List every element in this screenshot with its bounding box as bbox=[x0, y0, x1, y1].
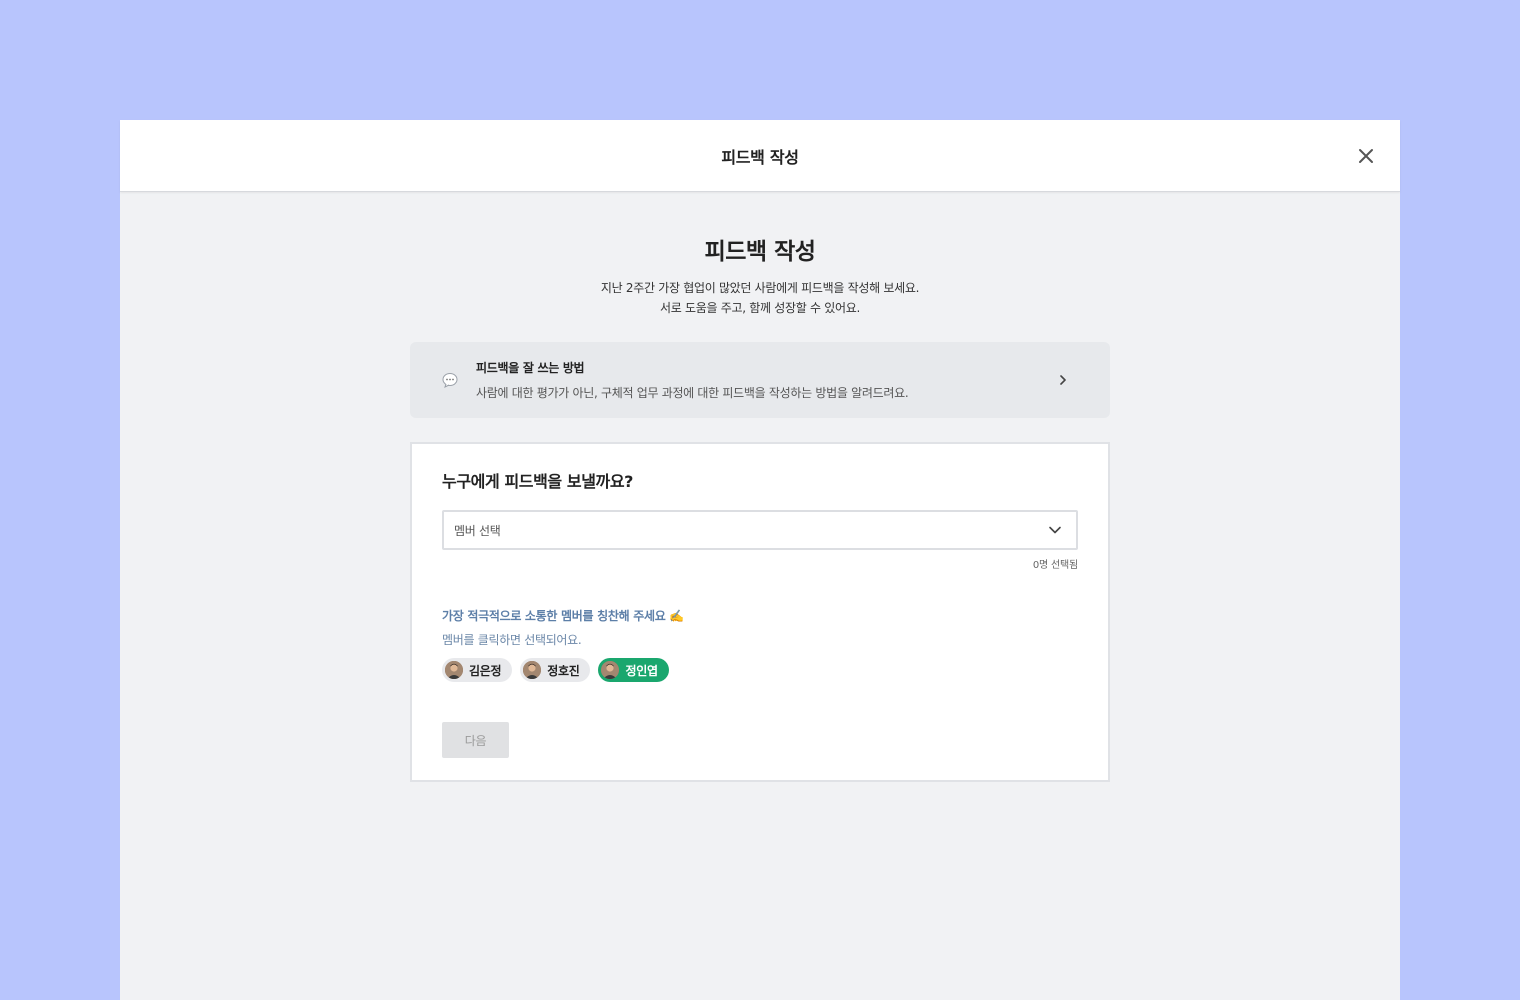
member-chip[interactable]: 정호진 bbox=[520, 658, 591, 682]
selected-count: 0명 선택됨 bbox=[1032, 560, 1078, 571]
member-chip[interactable]: 김은정 bbox=[442, 658, 513, 682]
chevron-down-icon bbox=[1049, 526, 1061, 534]
guide-text: 피드백을 잘 쓰는 방법 사람에 대한 평가가 아닌, 구체적 업무 과정에 대… bbox=[476, 359, 909, 401]
page-subtitle: 지난 2주간 가장 협업이 많았던 사람에게 피드백을 작성해 보세요. 서로 … bbox=[410, 278, 1110, 318]
feedback-guide-card[interactable]: 피드백을 잘 쓰는 방법 사람에 대한 평가가 아닌, 구체적 업무 과정에 대… bbox=[410, 342, 1110, 418]
next-button[interactable]: 다음 bbox=[442, 722, 509, 758]
member-select-dropdown[interactable]: 멤버 선택 bbox=[442, 510, 1078, 550]
form-question: 누구에게 피드백을 보낼까요? bbox=[442, 472, 634, 491]
app-frame: 피드백 작성 피드백 작성 지난 2주간 가장 협업이 많았던 사람에게 피드백… bbox=[0, 0, 1520, 1000]
recipient-form: 누구에게 피드백을 보낼까요? 멤버 선택 0명 선택됨 가장 적극적으로 소통… bbox=[410, 442, 1110, 782]
feedback-modal: 피드백 작성 피드백 작성 지난 2주간 가장 협업이 많았던 사람에게 피드백… bbox=[120, 120, 1400, 1000]
praise-title: 가장 적극적으로 소통한 멤버를 칭찬해 주세요 ✍️ bbox=[442, 609, 684, 623]
modal-title: 피드백 작성 bbox=[721, 147, 799, 167]
close-icon bbox=[1359, 149, 1373, 163]
avatar bbox=[523, 661, 542, 679]
chevron-right-icon bbox=[1060, 375, 1066, 385]
modal-header: 피드백 작성 bbox=[120, 120, 1400, 192]
avatar bbox=[445, 661, 463, 679]
member-chip-name: 정호진 bbox=[547, 663, 580, 678]
member-chips: 김은정 정호진 정인엽 bbox=[442, 658, 1078, 682]
guide-description: 사람에 대한 평가가 아닌, 구체적 업무 과정에 대한 피드백을 작성하는 방… bbox=[476, 386, 909, 400]
praise-description: 멤버를 클릭하면 선택되어요. bbox=[442, 633, 582, 647]
member-chip-selected[interactable]: 정인엽 bbox=[598, 658, 669, 682]
member-chip-name: 김은정 bbox=[469, 663, 502, 678]
speech-bubble-icon bbox=[442, 373, 458, 388]
subtitle-line-1: 지난 2주간 가장 협업이 많았던 사람에게 피드백을 작성해 보세요. bbox=[600, 281, 920, 295]
avatar bbox=[601, 661, 620, 679]
guide-title: 피드백을 잘 쓰는 방법 bbox=[476, 361, 585, 375]
member-select-placeholder: 멤버 선택 bbox=[454, 523, 501, 538]
page-title: 피드백 작성 bbox=[704, 239, 816, 265]
modal-content: 피드백 작성 지난 2주간 가장 협업이 많았던 사람에게 피드백을 작성해 보… bbox=[410, 192, 1110, 782]
close-button[interactable] bbox=[1354, 144, 1378, 168]
subtitle-line-2: 서로 도움을 주고, 함께 성장할 수 있어요. bbox=[660, 301, 860, 315]
member-chip-name: 정인엽 bbox=[625, 663, 658, 678]
